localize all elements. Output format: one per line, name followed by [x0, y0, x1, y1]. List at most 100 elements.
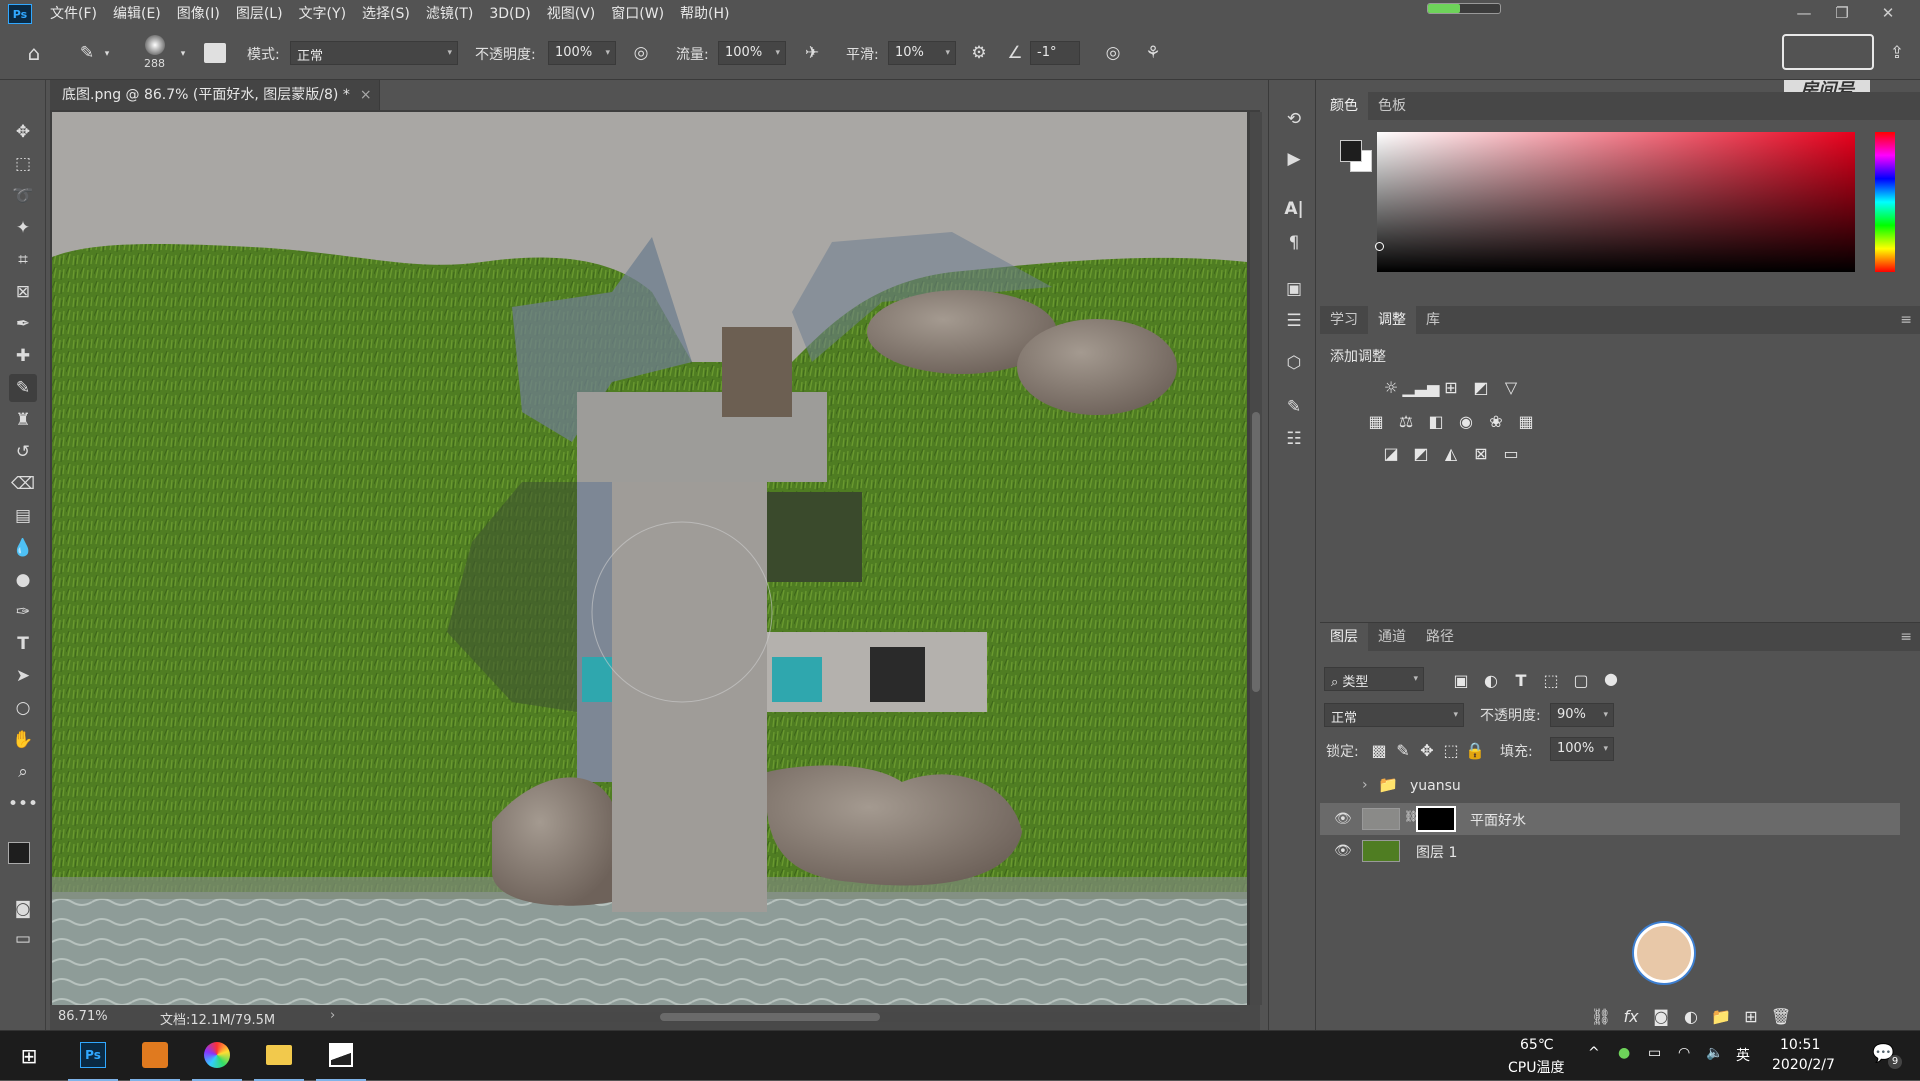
- lock-artboard-icon[interactable]: ⬚: [1440, 739, 1462, 761]
- layer-row-selected[interactable]: 👁 ⛓ 平面好水: [1320, 803, 1900, 835]
- photos-app-icon[interactable]: [316, 1031, 366, 1081]
- volume-icon[interactable]: 🔈: [1706, 1045, 1723, 1061]
- restore-icon[interactable]: ❐: [1824, 0, 1860, 26]
- ime-indicator[interactable]: 英: [1736, 1045, 1750, 1065]
- color-wheel-app-icon[interactable]: [192, 1031, 242, 1081]
- photo-filter-icon[interactable]: ◉: [1455, 410, 1477, 432]
- threshold-icon[interactable]: ◭: [1440, 442, 1462, 464]
- chevron-right-icon[interactable]: ›: [330, 1008, 335, 1023]
- photoshop-taskbar-icon[interactable]: Ps: [68, 1031, 118, 1081]
- filter-shape-icon[interactable]: ⬚: [1540, 669, 1562, 691]
- paragraph-icon[interactable]: ¶: [1281, 230, 1307, 256]
- blend-mode-select[interactable]: 正常 ▾: [1324, 703, 1464, 727]
- pressure-opacity-icon[interactable]: ◎: [630, 43, 652, 63]
- menu-help[interactable]: 帮助(H): [672, 0, 737, 28]
- lock-pixels-icon[interactable]: ✎: [1392, 739, 1414, 761]
- eye-icon[interactable]: 👁: [1334, 811, 1352, 827]
- eyedropper-tool-icon[interactable]: ✒: [9, 310, 37, 338]
- menu-layer[interactable]: 图层(L): [228, 0, 291, 28]
- color-picker-handle[interactable]: [1375, 242, 1384, 251]
- minimize-icon[interactable]: —: [1786, 0, 1822, 26]
- document-tab[interactable]: 底图.png @ 86.7% (平面好水, 图层蒙版/8) * ×: [50, 80, 380, 110]
- new-group-icon[interactable]: 📁: [1710, 1005, 1732, 1027]
- chevron-right-icon[interactable]: ›: [1362, 777, 1368, 793]
- flow-field[interactable]: 100% ▾: [718, 41, 786, 65]
- security-app-icon[interactable]: ●: [1618, 1045, 1630, 1061]
- path-selection-tool-icon[interactable]: ➤: [9, 662, 37, 690]
- marquee-tool-icon[interactable]: ⬚: [9, 150, 37, 178]
- tab-adjustments[interactable]: 调整: [1368, 306, 1416, 334]
- menu-3d[interactable]: 3D(D): [481, 0, 538, 28]
- type-tool-icon[interactable]: T: [9, 630, 37, 658]
- chevron-down-icon[interactable]: ▾: [178, 44, 188, 64]
- ellipse-tool-icon[interactable]: ○: [9, 694, 37, 722]
- more-tools-icon[interactable]: •••: [8, 790, 38, 818]
- clock-date[interactable]: 2020/2/7: [1772, 1057, 1835, 1073]
- 3d-icon[interactable]: ⬡: [1281, 350, 1307, 376]
- chevron-down-icon[interactable]: ▾: [102, 44, 112, 64]
- color-balance-icon[interactable]: ⚖: [1395, 410, 1417, 432]
- exposure-icon[interactable]: ◩: [1470, 376, 1492, 398]
- angle-field[interactable]: -1°: [1030, 41, 1080, 65]
- menu-type[interactable]: 文字(Y): [291, 0, 354, 28]
- clock-time[interactable]: 10:51: [1780, 1037, 1820, 1053]
- tab-paths[interactable]: 路径: [1416, 623, 1464, 651]
- pressure-size-icon[interactable]: ◎: [1102, 43, 1124, 63]
- menu-view[interactable]: 视图(V): [539, 0, 604, 28]
- menu-filter[interactable]: 滤镜(T): [418, 0, 481, 28]
- trash-icon[interactable]: 🗑: [1770, 1005, 1792, 1027]
- zoom-tool-icon[interactable]: ⌕: [9, 758, 37, 786]
- eye-icon[interactable]: 👁: [1334, 843, 1352, 859]
- color-field[interactable]: [1377, 132, 1855, 272]
- move-tool-icon[interactable]: ✥: [9, 118, 37, 146]
- posterize-icon[interactable]: ◩: [1410, 442, 1432, 464]
- menu-select[interactable]: 选择(S): [354, 0, 418, 28]
- lock-all-icon[interactable]: 🔒: [1464, 739, 1486, 761]
- brightness-icon[interactable]: ☼: [1380, 376, 1402, 398]
- tab-layers[interactable]: 图层: [1320, 623, 1368, 651]
- horizontal-scrollbar[interactable]: [360, 1012, 1240, 1022]
- notes-icon[interactable]: ☰: [1281, 308, 1307, 334]
- opacity-field[interactable]: 100% ▾: [548, 41, 616, 65]
- foreground-color-swatch[interactable]: [1340, 140, 1362, 162]
- photoshop-logo[interactable]: Ps: [8, 4, 32, 24]
- menu-image[interactable]: 图像(I): [169, 0, 228, 28]
- channel-mixer-icon[interactable]: ❀: [1485, 410, 1507, 432]
- link-layers-icon[interactable]: ⛓: [1590, 1005, 1612, 1027]
- canvas[interactable]: [52, 112, 1247, 1005]
- black-white-icon[interactable]: ◧: [1425, 410, 1447, 432]
- vertical-scrollbar[interactable]: [1250, 112, 1262, 1005]
- layer-mask-thumbnail[interactable]: [1416, 806, 1456, 832]
- filter-pixel-icon[interactable]: ▣: [1450, 669, 1472, 691]
- pen-tool-icon[interactable]: ✑: [9, 598, 37, 626]
- tab-learn[interactable]: 学习: [1320, 306, 1368, 334]
- file-explorer-icon[interactable]: [254, 1031, 304, 1081]
- brush-tool-icon[interactable]: ✎: [9, 374, 37, 402]
- hue-slider[interactable]: [1875, 132, 1895, 272]
- wifi-icon[interactable]: ◠: [1678, 1045, 1690, 1061]
- menu-file[interactable]: 文件(F): [42, 0, 105, 28]
- history-brush-tool-icon[interactable]: ↺: [9, 438, 37, 466]
- screen-mode-icon[interactable]: ▭: [9, 925, 37, 953]
- dodge-tool-icon[interactable]: ●: [9, 566, 37, 594]
- app-icon-orange[interactable]: [130, 1031, 180, 1081]
- blur-tool-icon[interactable]: 💧: [9, 534, 37, 562]
- foreground-color-swatch[interactable]: [8, 842, 30, 864]
- close-icon[interactable]: ✕: [1870, 0, 1906, 26]
- symmetry-icon[interactable]: ⚘: [1142, 43, 1164, 63]
- new-layer-icon[interactable]: ⊞: [1740, 1005, 1762, 1027]
- quick-mask-icon[interactable]: ◙: [9, 895, 37, 923]
- filter-type-icon[interactable]: T: [1510, 669, 1532, 691]
- layer-row[interactable]: 👁 图层 1: [1320, 835, 1900, 867]
- filter-smart-object-icon[interactable]: ▢: [1570, 669, 1592, 691]
- properties-icon[interactable]: ▣: [1281, 276, 1307, 302]
- brush-tool-icon[interactable]: ✎: [76, 43, 98, 63]
- filter-adjustment-icon[interactable]: ◐: [1480, 669, 1502, 691]
- brush-preset-icon[interactable]: [145, 35, 165, 55]
- add-mask-icon[interactable]: ◙: [1650, 1005, 1672, 1027]
- tab-color[interactable]: 颜色: [1320, 92, 1368, 120]
- selective-color-icon[interactable]: ⊠: [1470, 442, 1492, 464]
- invert-icon[interactable]: ◪: [1380, 442, 1402, 464]
- eraser-tool-icon[interactable]: ⌫: [9, 470, 37, 498]
- share-icon[interactable]: ⇪: [1886, 43, 1908, 63]
